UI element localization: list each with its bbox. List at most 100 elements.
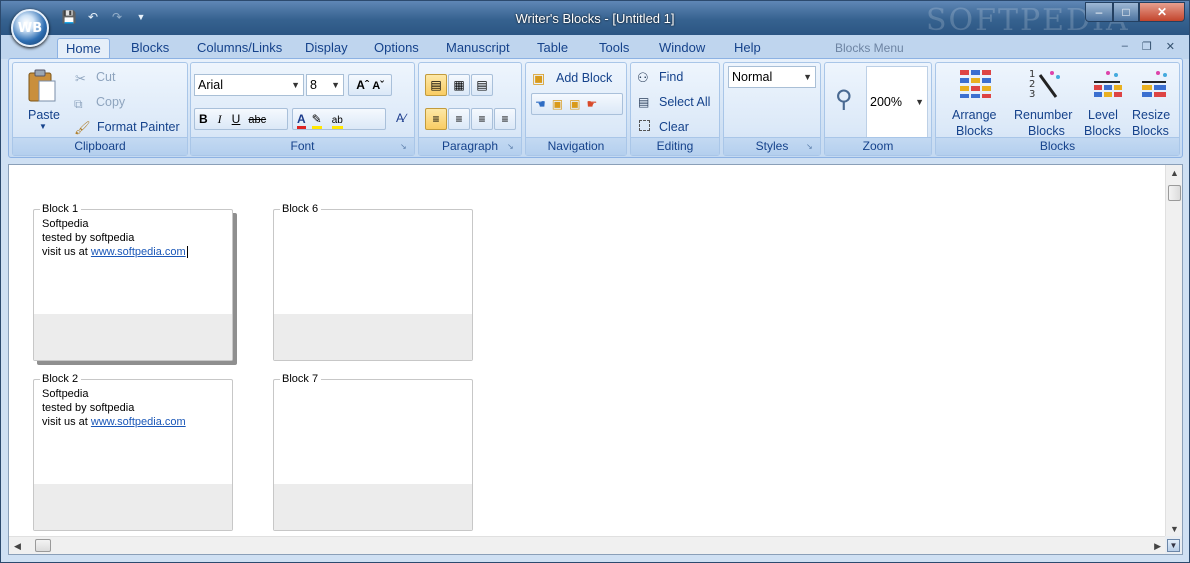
paste-icon[interactable] bbox=[25, 67, 59, 105]
block-card[interactable]: Block 2 Softpedia tested by softpedia vi… bbox=[33, 373, 233, 531]
paragraph-group-label: Paragraph bbox=[419, 137, 521, 155]
block-footer bbox=[34, 484, 232, 530]
navigation-group: ▣ Add Block ☚▣▣☛ Navigation bbox=[525, 62, 627, 156]
block-link[interactable]: www.softpedia.com bbox=[91, 246, 186, 258]
italic-icon[interactable]: I bbox=[218, 112, 222, 126]
format-painter-button[interactable]: Format Painter bbox=[97, 120, 180, 134]
nav-previous-icon[interactable]: ☚ bbox=[535, 97, 552, 111]
align-right-icon[interactable]: ≡ bbox=[471, 108, 493, 130]
horizontal-scroll-thumb[interactable] bbox=[35, 539, 51, 552]
clear-formatting-icon[interactable]: A∕ bbox=[390, 108, 412, 130]
text-effect-icon[interactable]: ab bbox=[331, 115, 343, 129]
block-footer bbox=[34, 314, 232, 360]
mdi-minimize-icon[interactable]: – bbox=[1122, 40, 1128, 53]
font-family-value: Arial bbox=[198, 78, 224, 92]
horizontal-scrollbar[interactable]: ◀ ▶ bbox=[9, 536, 1167, 554]
dialog-launcher-icon[interactable]: ↘ bbox=[507, 142, 517, 152]
tab-window[interactable]: Window bbox=[659, 38, 705, 59]
tab-options[interactable]: Options bbox=[374, 38, 419, 59]
block-card[interactable]: Block 7 bbox=[273, 373, 473, 531]
font-grow-shrink-buttons[interactable]: Aˆ Aˇ bbox=[348, 74, 392, 96]
title-bar: SOFTPEDIA 💾 ↶ ↷ ▼ Writer's Blocks - [Unt… bbox=[1, 1, 1189, 38]
renumber-blocks-button[interactable]: 1 2 3 Renumber Blocks bbox=[1010, 65, 1080, 139]
align-center-icon[interactable]: ≡ bbox=[448, 108, 470, 130]
vertical-scroll-thumb[interactable] bbox=[1168, 185, 1181, 201]
zoom-select[interactable]: 200% ▼ bbox=[866, 66, 928, 138]
scroll-down-icon[interactable]: ▼ bbox=[1170, 524, 1179, 534]
level-blocks-button[interactable]: Level Blocks bbox=[1082, 65, 1132, 139]
font-family-select[interactable]: Arial ▼ bbox=[194, 74, 304, 96]
magnifier-icon[interactable]: ⚲ bbox=[835, 85, 853, 114]
block-text-line: tested by softpedia bbox=[42, 232, 135, 244]
clear-icon bbox=[639, 120, 650, 131]
app-menu-button[interactable]: WB bbox=[11, 9, 49, 47]
align-left-icon[interactable]: ≡ bbox=[425, 108, 447, 130]
nav-next-icon[interactable]: ☛ bbox=[586, 97, 603, 111]
arrange-blocks-label-1: Arrange bbox=[952, 108, 997, 122]
tab-help[interactable]: Help bbox=[734, 38, 761, 59]
ribbon: Paste ▼ ✂ Cut ⧉ Copy 🖌 Format Painter Cl… bbox=[8, 58, 1183, 158]
font-style-buttons: B I Uabc bbox=[194, 108, 288, 130]
dialog-launcher-icon[interactable]: ↘ bbox=[400, 142, 410, 152]
grow-font-icon[interactable]: Aˆ bbox=[356, 78, 369, 92]
tab-display[interactable]: Display bbox=[305, 38, 348, 59]
mdi-close-icon[interactable]: ✕ bbox=[1166, 40, 1175, 53]
add-block-button[interactable]: Add Block bbox=[556, 71, 612, 85]
format-painter-icon: 🖌 bbox=[74, 120, 91, 135]
zoom-group: ⚲ 200% ▼ Zoom bbox=[824, 62, 932, 156]
window-controls: – □ ✕ bbox=[1085, 2, 1185, 22]
cut-button[interactable]: Cut bbox=[96, 70, 115, 84]
paragraph-block-icon[interactable]: ▤ bbox=[425, 74, 447, 96]
tab-blocks[interactable]: Blocks bbox=[131, 38, 169, 59]
scroll-left-icon[interactable]: ◀ bbox=[14, 541, 21, 552]
mdi-restore-icon[interactable]: ❐ bbox=[1142, 40, 1152, 53]
paste-dropdown-icon[interactable]: ▼ bbox=[39, 122, 47, 131]
highlight-icon[interactable]: ✎ bbox=[311, 112, 322, 129]
tab-columns-links[interactable]: Columns/Links bbox=[197, 38, 282, 59]
block-link[interactable]: www.softpedia.com bbox=[91, 416, 186, 428]
tab-table[interactable]: Table bbox=[537, 38, 568, 59]
scroll-up-icon[interactable]: ▲ bbox=[1170, 168, 1179, 178]
add-block-icon: ▣ bbox=[532, 70, 546, 86]
maximize-button[interactable]: □ bbox=[1113, 2, 1139, 22]
paragraph-columns-icon[interactable]: ▦ bbox=[448, 74, 470, 96]
split-view-icon[interactable]: ▼ bbox=[1167, 539, 1180, 552]
arrange-blocks-button[interactable]: Arrange Blocks bbox=[944, 65, 1004, 139]
font-color-icon[interactable]: A bbox=[297, 112, 306, 129]
minimize-button[interactable]: – bbox=[1085, 2, 1113, 22]
strikethrough-icon[interactable]: abc bbox=[248, 114, 266, 126]
dialog-launcher-icon[interactable]: ↘ bbox=[806, 142, 816, 152]
navigation-group-label: Navigation bbox=[526, 137, 626, 155]
arrange-blocks-icon bbox=[960, 70, 991, 98]
block-card[interactable]: Block 1 Softpedia tested by softpedia vi… bbox=[33, 203, 233, 361]
resize-blocks-button[interactable]: Resize Blocks bbox=[1132, 65, 1178, 139]
nav-up-icon[interactable]: ▣ bbox=[552, 97, 569, 111]
tab-manuscript[interactable]: Manuscript bbox=[446, 38, 510, 59]
find-button[interactable]: Find bbox=[659, 70, 683, 84]
shrink-font-icon[interactable]: Aˇ bbox=[372, 80, 384, 92]
style-select[interactable]: Normal ▼ bbox=[728, 66, 816, 88]
font-group-label: Font bbox=[191, 137, 414, 155]
arrange-blocks-label-2: Blocks bbox=[956, 124, 993, 138]
app-orb-label: WB bbox=[17, 20, 43, 36]
copy-button[interactable]: Copy bbox=[96, 95, 125, 109]
vertical-scrollbar[interactable]: ▲ ▼ bbox=[1165, 165, 1182, 537]
tab-home[interactable]: Home bbox=[57, 38, 110, 59]
block-title: Block 1 bbox=[40, 203, 82, 215]
bold-icon[interactable]: B bbox=[199, 112, 208, 126]
underline-icon[interactable]: U bbox=[232, 112, 241, 126]
scroll-right-icon[interactable]: ▶ bbox=[1154, 541, 1161, 552]
clear-button[interactable]: Clear bbox=[659, 120, 689, 134]
block-card[interactable]: Block 6 bbox=[273, 203, 473, 361]
paste-button[interactable]: Paste bbox=[28, 108, 60, 122]
font-size-select[interactable]: 8 ▼ bbox=[306, 74, 344, 96]
align-justify-icon[interactable]: ≡ bbox=[494, 108, 516, 130]
nav-down-icon[interactable]: ▣ bbox=[569, 97, 586, 111]
tab-tools[interactable]: Tools bbox=[599, 38, 629, 59]
renumber-blocks-label-1: Renumber bbox=[1014, 108, 1073, 122]
document-canvas[interactable]: Block 1 Softpedia tested by softpedia vi… bbox=[8, 164, 1183, 555]
level-blocks-label-1: Level bbox=[1088, 108, 1118, 122]
paragraph-page-icon[interactable]: ▤ bbox=[471, 74, 493, 96]
select-all-button[interactable]: Select All bbox=[659, 95, 710, 109]
close-button[interactable]: ✕ bbox=[1139, 2, 1185, 22]
